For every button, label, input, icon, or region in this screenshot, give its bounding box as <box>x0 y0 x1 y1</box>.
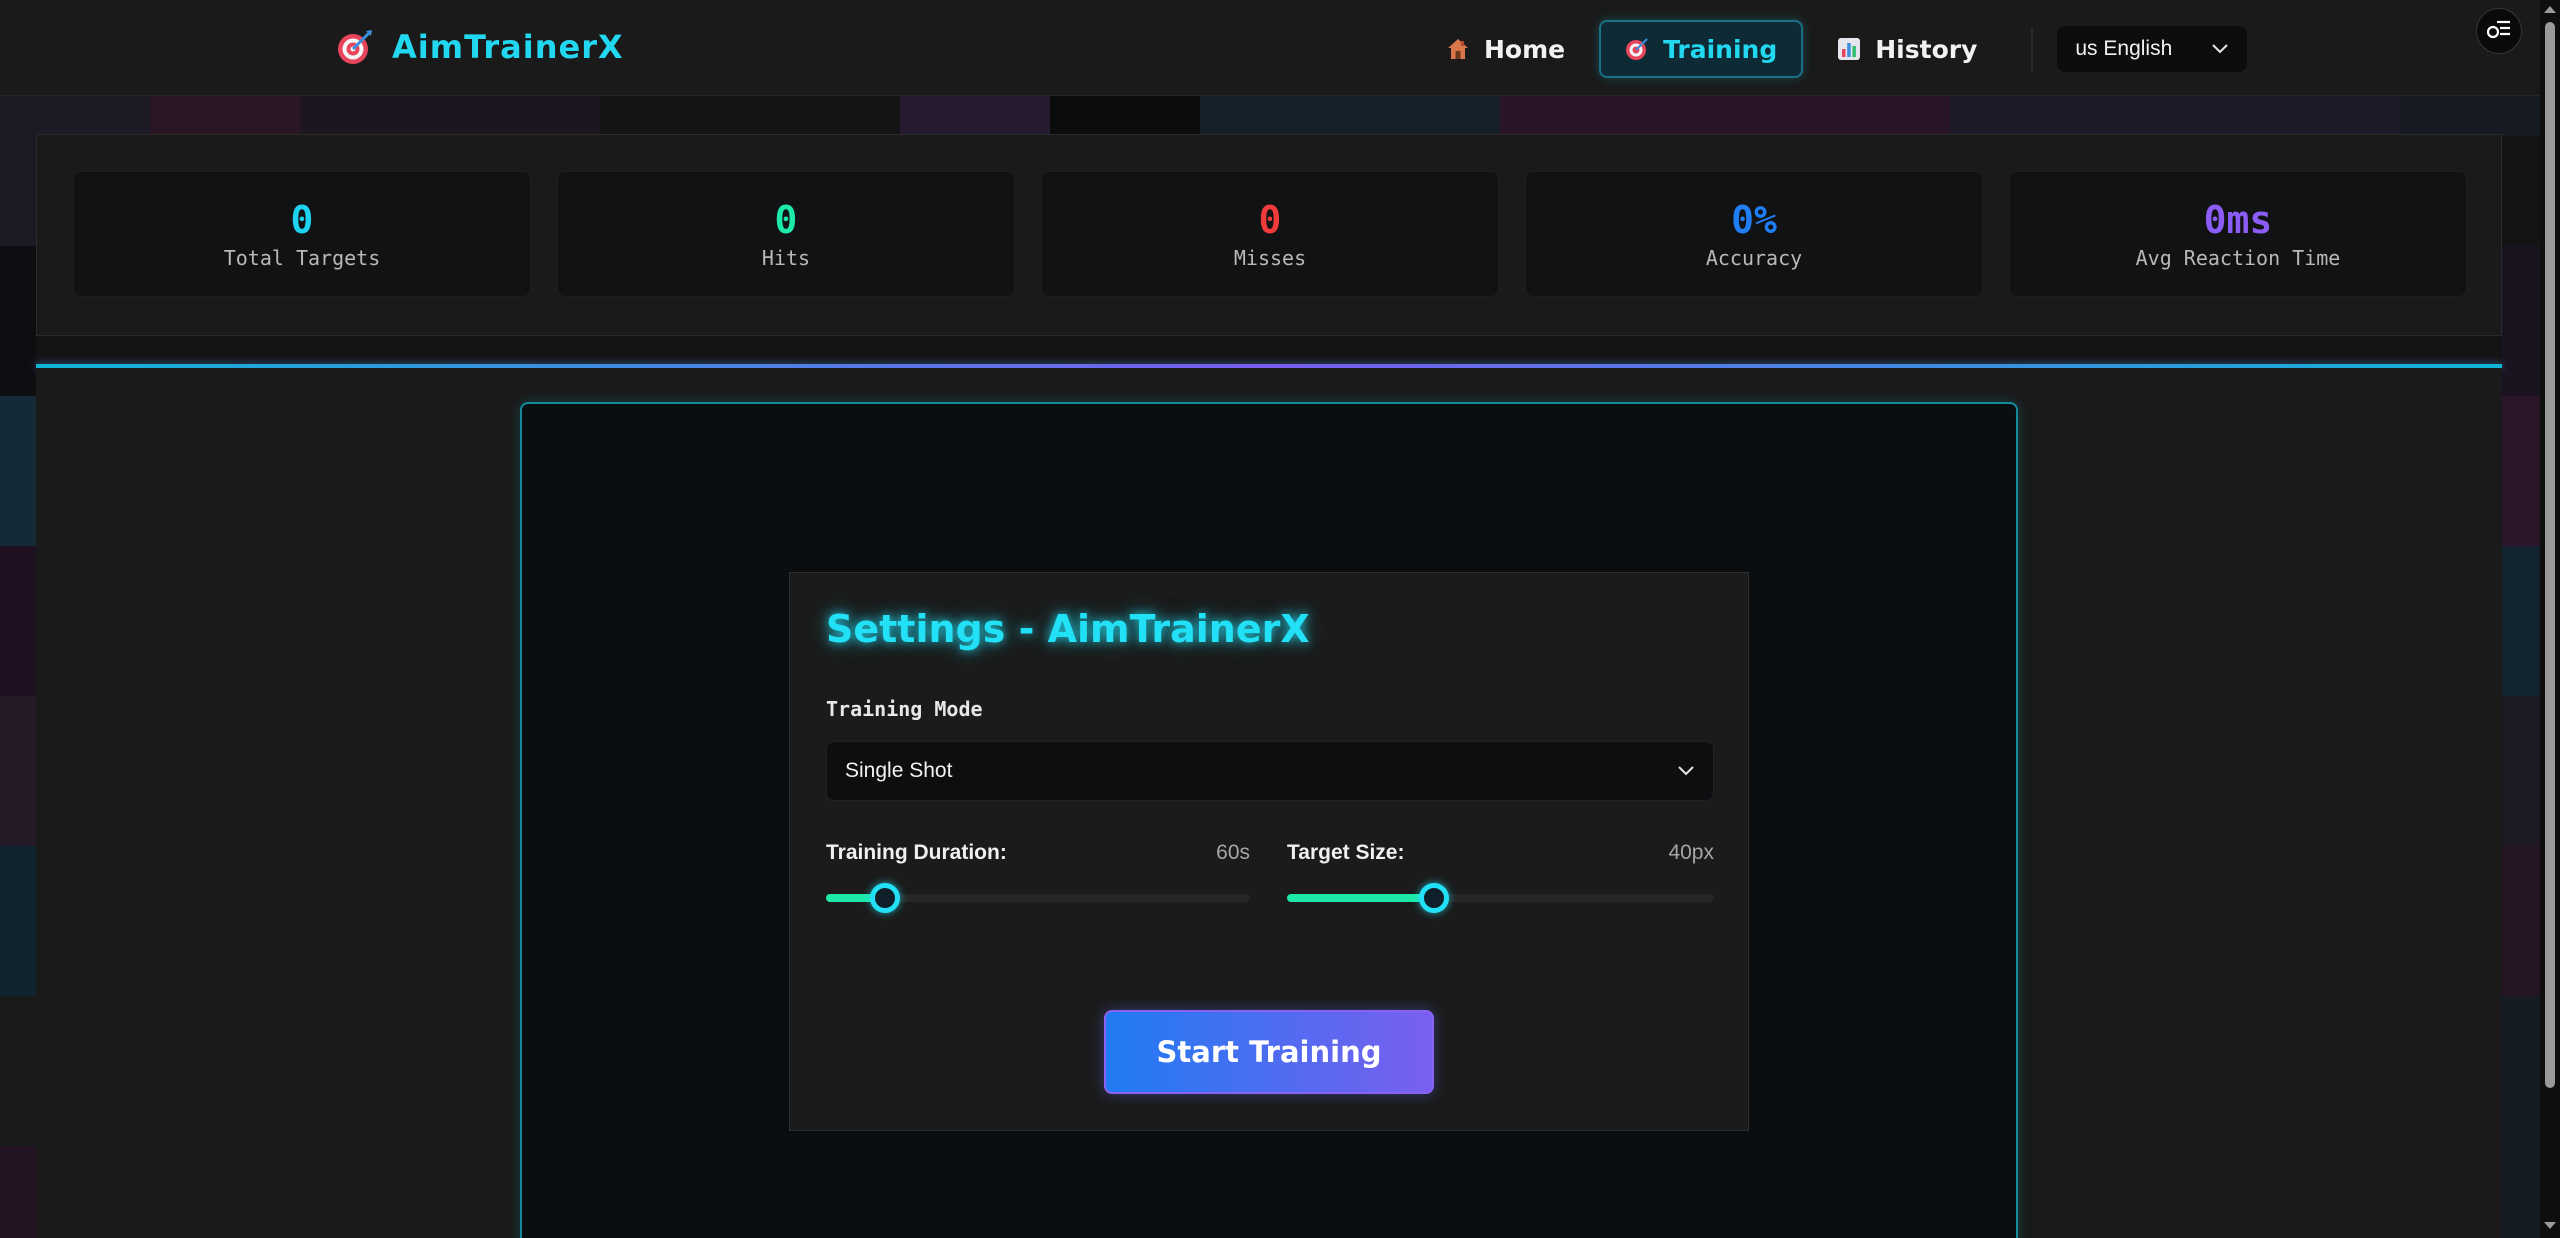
stat-value: 0% <box>1731 198 1777 242</box>
nav-home[interactable]: Home <box>1420 20 1591 78</box>
stat-misses: 0 Misses <box>1041 171 1499 297</box>
chevron-down-icon <box>1677 759 1695 783</box>
nav-history[interactable]: History <box>1811 20 2003 78</box>
main-nav: Home Training History us English <box>1420 20 2248 78</box>
stat-value: 0ms <box>2203 198 2273 242</box>
target-size-slider-thumb[interactable] <box>1419 883 1450 913</box>
top-navbar: AimTrainerX Home Training History us Eng… <box>0 0 2540 96</box>
scroll-down-arrow[interactable] <box>2544 1222 2556 1229</box>
bar-chart-icon <box>1837 37 1861 61</box>
stat-total-targets: 0 Total Targets <box>73 171 531 297</box>
stat-avg-reaction-time: 0ms Avg Reaction Time <box>2009 171 2467 297</box>
training-mode-value: Single Shot <box>845 759 953 782</box>
stat-value: 0 <box>774 198 798 242</box>
chevron-down-icon <box>2211 37 2229 61</box>
stat-value: 0 <box>1258 198 1282 242</box>
stat-hits: 0 Hits <box>557 171 1015 297</box>
target-size-label: Target Size: <box>1287 841 1405 864</box>
settings-title: Settings - AimTrainerX <box>826 607 1310 651</box>
nav-divider <box>2031 27 2034 71</box>
stat-label: Total Targets <box>223 246 381 270</box>
target-size-slider[interactable] <box>1287 883 1714 913</box>
target-dart-icon <box>336 28 374 66</box>
page-scrollbar[interactable] <box>2540 0 2560 1238</box>
stat-label: Hits <box>761 246 811 270</box>
duration-value: 60s <box>1216 841 1250 864</box>
menu-toggle-button[interactable] <box>2476 8 2522 54</box>
stat-accuracy: 0% Accuracy <box>1525 171 1983 297</box>
start-training-button[interactable]: Start Training <box>1104 1010 1434 1094</box>
training-mode-select[interactable]: Single Shot <box>826 741 1714 801</box>
scrollbar-thumb[interactable] <box>2545 22 2555 1088</box>
nav-training-label: Training <box>1663 34 1778 64</box>
stat-label: Avg Reaction Time <box>2135 246 2341 270</box>
stats-panel: 0 Total Targets 0 Hits 0 Misses 0% Accur… <box>36 134 2502 336</box>
target-size-slider-fill <box>1287 894 1435 902</box>
nav-training[interactable]: Training <box>1599 20 1804 78</box>
duration-label: Training Duration: <box>826 841 1007 864</box>
stat-value: 0 <box>290 198 314 242</box>
language-select[interactable]: us English <box>2057 26 2248 72</box>
language-selected-value: us English <box>2075 37 2173 60</box>
app-title: AimTrainerX <box>392 28 624 66</box>
stat-label: Misses <box>1233 246 1307 270</box>
nav-history-label: History <box>1875 34 1978 64</box>
target-icon <box>1625 37 1649 61</box>
training-mode-label: Training Mode <box>826 697 983 721</box>
scroll-up-arrow[interactable] <box>2544 6 2556 13</box>
settings-list-icon <box>2486 18 2512 44</box>
nav-home-label: Home <box>1484 34 1566 64</box>
duration-slider[interactable] <box>826 883 1250 913</box>
target-size-value: 40px <box>1668 841 1714 864</box>
duration-slider-thumb[interactable] <box>870 883 901 913</box>
app-logo[interactable]: AimTrainerX <box>336 28 624 66</box>
settings-panel: Settings - AimTrainerX Training Mode Sin… <box>789 572 1749 1131</box>
house-icon <box>1446 37 1470 61</box>
stat-label: Accuracy <box>1705 246 1803 270</box>
